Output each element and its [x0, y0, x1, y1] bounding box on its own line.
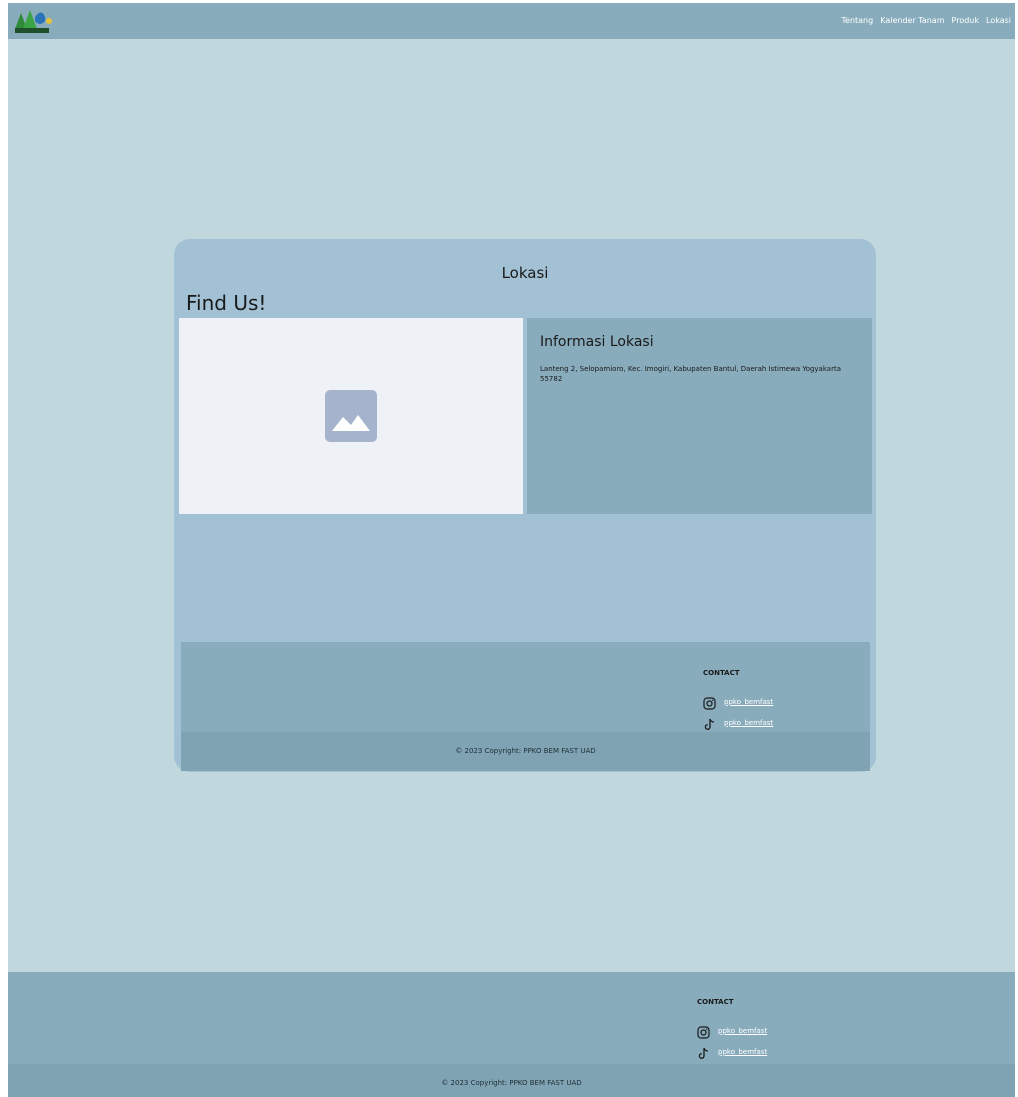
card-tiktok-row: ppko_bemfast — [703, 712, 773, 733]
nav-item-lokasi[interactable]: Lokasi — [986, 16, 1011, 25]
section-title: Lokasi — [501, 264, 549, 282]
info-address: Lanteng 2, Selopamioro, Kec. Imogiri, Ka… — [540, 365, 841, 383]
footer-contact-heading: CONTACT — [697, 998, 734, 1006]
top-navbar: Tentang Kalender Tanam Produk Lokasi — [8, 3, 1015, 39]
nav-item-produk[interactable]: Produk — [952, 16, 979, 25]
footer-contact-block: CONTACT ppko_bemfast ppko_bemfast — [697, 998, 767, 1062]
info-title: Informasi Lokasi — [540, 334, 654, 350]
page-frame: Tentang Kalender Tanam Produk Lokasi Lok… — [8, 3, 1015, 1097]
card-tiktok-link[interactable]: ppko_bemfast — [724, 719, 773, 727]
find-us-heading: Find Us! — [186, 291, 267, 315]
card-instagram-row: ppko_bemfast — [703, 691, 773, 712]
card-contact-block: CONTACT ppko_bemfast ppko_bemfast — [703, 669, 773, 733]
nav-item-kalender-tanam[interactable]: Kalender Tanam — [880, 16, 944, 25]
location-card: Lokasi Find Us! Informasi Lokasi Lanteng… — [174, 239, 876, 772]
page-copyright: © 2023 Copyright: PPKO BEM FAST UAD — [8, 1064, 1015, 1097]
footer-tiktok-row: ppko_bemfast — [697, 1041, 767, 1062]
map-placeholder[interactable] — [179, 318, 523, 514]
footer-instagram-link[interactable]: ppko_bemfast — [718, 1027, 767, 1035]
ppko-logo[interactable] — [13, 7, 55, 35]
page-footer: CONTACT ppko_bemfast ppko_bemfast — [8, 972, 1015, 1064]
footer-instagram-row: ppko_bemfast — [697, 1020, 767, 1041]
footer-tiktok-link[interactable]: ppko_bemfast — [718, 1048, 767, 1056]
card-copyright: © 2023 Copyright: PPKO BEM FAST UAD — [181, 732, 870, 771]
tiktok-icon — [697, 1045, 710, 1059]
tiktok-icon — [703, 716, 716, 730]
card-contact-heading: CONTACT — [703, 669, 740, 677]
card-instagram-link[interactable]: ppko_bemfast — [724, 698, 773, 706]
instagram-icon — [697, 1024, 710, 1039]
nav-item-tentang[interactable]: Tentang — [842, 16, 874, 25]
instagram-icon — [703, 695, 716, 710]
main-nav: Tentang Kalender Tanam Produk Lokasi — [842, 16, 1012, 25]
image-placeholder-icon — [325, 390, 377, 442]
location-info-panel: Informasi Lokasi Lanteng 2, Selopamioro,… — [527, 318, 872, 514]
card-footer: CONTACT ppko_bemfast ppko_bemfast — [181, 642, 870, 732]
